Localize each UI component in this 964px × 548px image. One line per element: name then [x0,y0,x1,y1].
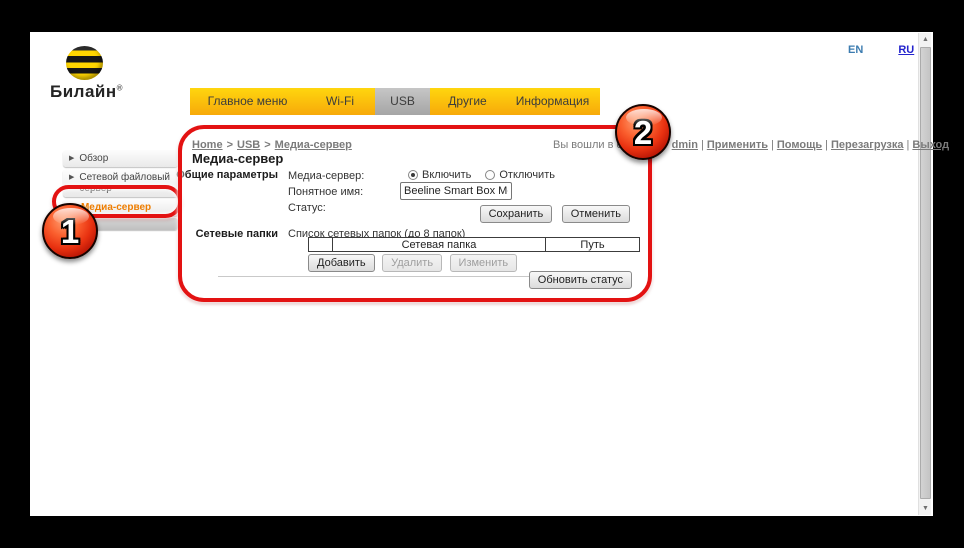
brand-name: Билайн® [50,82,123,102]
disable-radio-label: Отключить [499,169,555,181]
page-title: Медиа-сервер [192,151,283,166]
vertical-scrollbar[interactable]: ▲ ▼ [918,33,931,515]
friendly-name-input[interactable] [400,182,512,200]
scrollbar-thumb[interactable] [920,47,931,499]
step-1-badge: 1 [42,203,98,259]
refresh-row: Обновить статус [30,270,632,289]
lang-en-link[interactable]: EN [848,44,863,56]
save-cancel-row: Сохранить Отменить [30,204,630,223]
main-nav: Главное меню Wi-Fi USB Другие Информация [190,88,600,115]
breadcrumb: Home > USB > Медиа-сервер [192,139,352,151]
help-link[interactable]: Помощь [777,139,822,151]
session-separator: | [907,139,910,151]
media-server-field-label: Медиа-сервер: [288,170,364,182]
tab-usb[interactable]: USB [375,88,430,115]
brand-name-text: Билайн [50,82,117,101]
session-admin-link[interactable]: dmin [672,139,698,151]
language-switch: EN RU [848,44,914,56]
general-params-label: Общие параметры [158,169,278,181]
sidebar-item-label: Обзор [79,153,108,164]
cancel-button[interactable]: Отменить [562,205,630,223]
scroll-up-arrow-icon[interactable]: ▲ [919,33,932,46]
step-1-number: 1 [61,215,79,248]
folders-table-header-row: Сетевая папка Путь [309,238,640,252]
trademark-mark: ® [117,83,123,92]
enable-radio[interactable] [408,170,418,180]
step-2-number: 2 [634,116,652,149]
tab-other[interactable]: Другие [430,88,505,115]
router-admin-page: Билайн® EN RU ▲ ▼ Главное меню Wi-Fi USB… [30,32,933,516]
breadcrumb-home-link[interactable]: Home [192,139,223,151]
tab-information[interactable]: Информация [505,88,600,115]
chevron-right-icon: ▶ [69,154,74,162]
network-folders-label: Сетевые папки [158,228,278,240]
breadcrumb-media-server-link[interactable]: Медиа-сервер [275,139,352,151]
chevron-right-icon: ▶ [69,173,74,181]
reboot-link[interactable]: Перезагрузка [831,139,904,151]
scroll-down-arrow-icon[interactable]: ▼ [919,502,932,515]
disable-radio[interactable] [485,170,495,180]
session-separator: | [701,139,704,151]
sidebar-item-overview[interactable]: ▶ Обзор [63,150,178,167]
session-bar: Вы вошли в систdmin|Применить|Помощь|Пер… [553,139,905,151]
tab-wifi[interactable]: Wi-Fi [305,88,375,115]
media-server-toggle: Включить Отключить [408,169,555,181]
enable-radio-label: Включить [422,169,471,181]
breadcrumb-usb-link[interactable]: USB [237,139,260,151]
tab-main-menu[interactable]: Главное меню [190,88,305,115]
refresh-status-button[interactable]: Обновить статус [529,271,632,289]
step-2-badge: 2 [615,104,671,160]
apply-link[interactable]: Применить [707,139,768,151]
breadcrumb-separator: > [227,139,233,151]
folder-column-header: Сетевая папка [333,238,546,252]
friendly-name-label: Понятное имя: [288,186,363,198]
beeline-bee-icon [66,46,103,80]
session-separator: | [825,139,828,151]
logout-link[interactable]: Выход [912,139,949,151]
lang-ru-link[interactable]: RU [898,44,914,56]
checkbox-column-header [309,238,333,252]
breadcrumb-separator: > [264,139,270,151]
folders-table: Сетевая папка Путь [308,237,640,252]
path-column-header: Путь [546,238,640,252]
session-separator: | [771,139,774,151]
save-button[interactable]: Сохранить [480,205,553,223]
